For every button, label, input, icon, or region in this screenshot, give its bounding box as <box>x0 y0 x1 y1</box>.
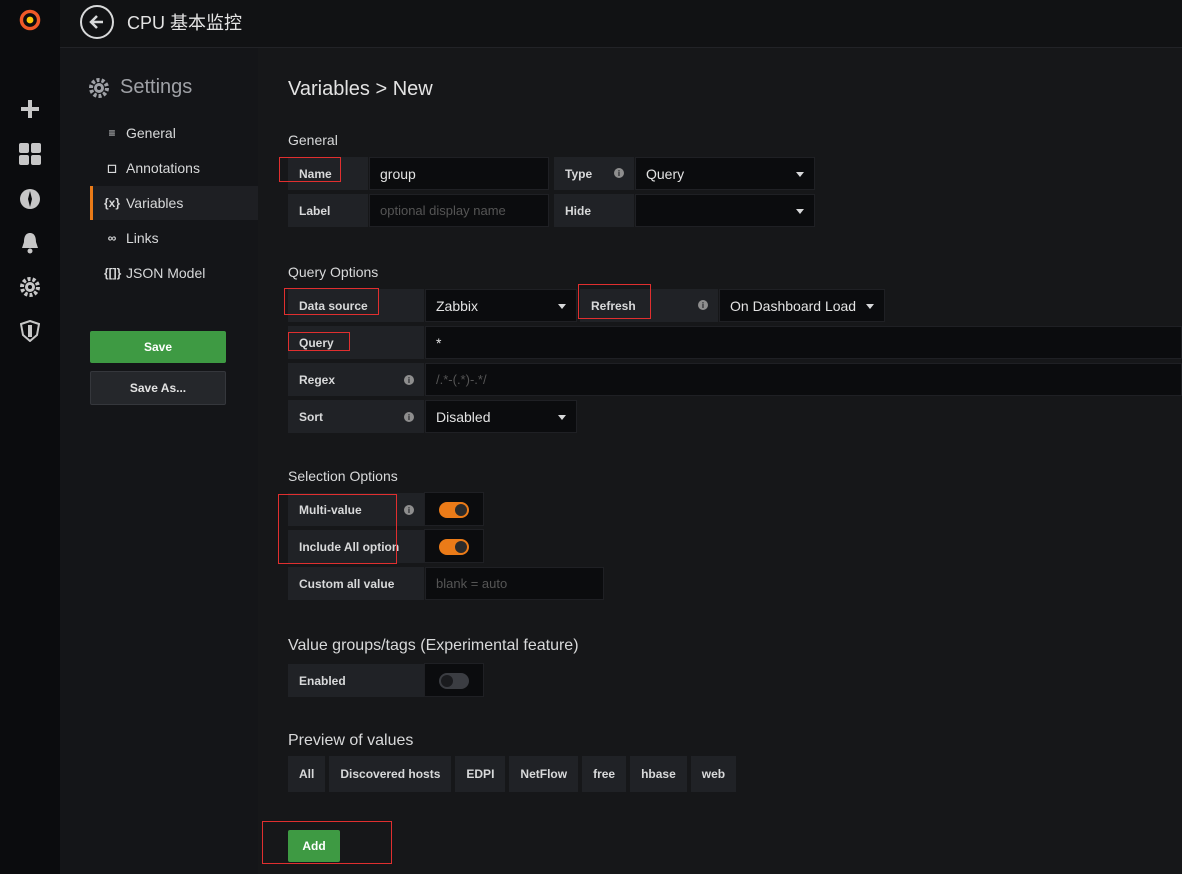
custom-all-label: Custom all value <box>288 567 424 600</box>
regex-input[interactable]: /.*-(.*)-.*/ <box>425 363 1182 396</box>
sidebar-item-label: Links <box>126 230 159 246</box>
highlight-box <box>288 332 350 351</box>
side-menu <box>0 0 60 874</box>
save-as-button[interactable]: Save As... <box>90 371 226 405</box>
highlight-box <box>279 157 341 182</box>
preview-chip: hbase <box>630 756 687 792</box>
enabled-toggle[interactable] <box>424 663 484 697</box>
json-icon: {[]} <box>104 266 122 280</box>
shield-icon[interactable] <box>18 319 42 343</box>
preview-heading: Preview of values <box>288 732 414 749</box>
preview-chip: NetFlow <box>509 756 579 792</box>
configuration-gear-icon[interactable] <box>18 275 42 299</box>
label-input[interactable]: optional display name <box>369 194 549 227</box>
sidebar-item-json-model[interactable]: {[]} JSON Model <box>90 256 258 290</box>
type-select-value: Query <box>646 165 685 182</box>
caret-down-icon <box>866 304 874 309</box>
settings-title: Settings <box>120 76 193 98</box>
sidebar-item-label: General <box>126 125 176 141</box>
page-title: Variables > New <box>288 78 433 100</box>
multi-value-toggle[interactable] <box>424 492 484 526</box>
sidebar-item-label: JSON Model <box>126 265 206 281</box>
sidebar-item-general[interactable]: ≡ General <box>90 116 258 150</box>
info-icon: i <box>614 168 624 178</box>
info-icon: i <box>404 375 414 385</box>
info-icon: i <box>404 505 414 515</box>
settings-heading: Settings <box>88 76 192 99</box>
hide-label: Hide <box>554 194 634 227</box>
enabled-label: Enabled <box>288 664 424 697</box>
selection-options-heading: Selection Options <box>288 468 398 484</box>
highlight-box <box>278 494 397 564</box>
preview-chip: EDPI <box>455 756 506 792</box>
toggle-switch[interactable] <box>439 539 469 555</box>
general-heading: General <box>288 132 338 148</box>
caret-down-icon <box>558 304 566 309</box>
dashboard-title[interactable]: CPU 基本监控 <box>127 9 242 35</box>
refresh-value: On Dashboard Load <box>730 297 857 314</box>
value-groups-heading: Value groups/tags (Experimental feature) <box>288 637 579 654</box>
query-options-heading: Query Options <box>288 264 379 280</box>
toggle-switch[interactable] <box>439 673 469 689</box>
dashboards-icon[interactable] <box>18 142 42 166</box>
settings-gear-icon <box>89 77 109 98</box>
query-input[interactable]: * <box>425 326 1182 359</box>
link-icon: ∞ <box>107 231 117 245</box>
info-icon: i <box>698 300 708 310</box>
custom-all-input[interactable]: blank = auto <box>425 567 604 600</box>
comment-icon: ◻ <box>107 161 117 175</box>
sidebar-item-label: Annotations <box>126 160 200 176</box>
dashboard-navbar: CPU 基本监控 <box>60 0 1182 48</box>
preview-chip: All <box>288 756 326 792</box>
preview-chip: Discovered hosts <box>329 756 452 792</box>
include-all-toggle[interactable] <box>424 529 484 563</box>
preview-chip: web <box>690 756 737 792</box>
highlight-box <box>578 284 651 319</box>
sort-value: Disabled <box>436 408 491 425</box>
alerting-bell-icon[interactable] <box>18 231 42 255</box>
caret-down-icon <box>558 415 566 420</box>
caret-down-icon <box>796 209 804 214</box>
explore-compass-icon[interactable] <box>18 187 42 211</box>
variable-editor: Variables > New General Name group Type … <box>258 48 1182 874</box>
datasource-select[interactable]: Zabbix <box>425 289 577 322</box>
sidebar-item-variables[interactable]: {x} Variables <box>90 186 258 220</box>
caret-down-icon <box>796 172 804 177</box>
refresh-select[interactable]: On Dashboard Load <box>719 289 885 322</box>
save-button[interactable]: Save <box>90 331 226 363</box>
grafana-logo-icon[interactable] <box>18 8 42 32</box>
sliders-icon: ≡ <box>108 126 116 140</box>
name-input[interactable]: group <box>369 157 549 190</box>
label-label: Label <box>288 194 368 227</box>
preview-values: All Discovered hosts EDPI NetFlow free h… <box>288 756 737 792</box>
arrow-left-icon <box>89 15 103 29</box>
sidebar-item-links[interactable]: ∞ Links <box>90 221 258 255</box>
datasource-value: Zabbix <box>436 297 479 314</box>
hide-select[interactable] <box>635 194 815 227</box>
info-icon: i <box>404 412 414 422</box>
type-select[interactable]: Query <box>635 157 815 190</box>
settings-sidebar: Settings ≡ General ◻ Annotations {x} Var… <box>60 48 258 874</box>
sidebar-item-annotations[interactable]: ◻ Annotations <box>90 151 258 185</box>
back-button[interactable] <box>80 5 114 39</box>
highlight-box <box>262 821 392 864</box>
plus-icon[interactable] <box>18 97 42 121</box>
sidebar-item-label: Variables <box>126 195 184 211</box>
highlight-box <box>284 288 379 315</box>
preview-chip: free <box>582 756 627 792</box>
sort-select[interactable]: Disabled <box>425 400 577 433</box>
variable-icon: {x} <box>104 196 121 210</box>
toggle-switch[interactable] <box>439 502 469 518</box>
